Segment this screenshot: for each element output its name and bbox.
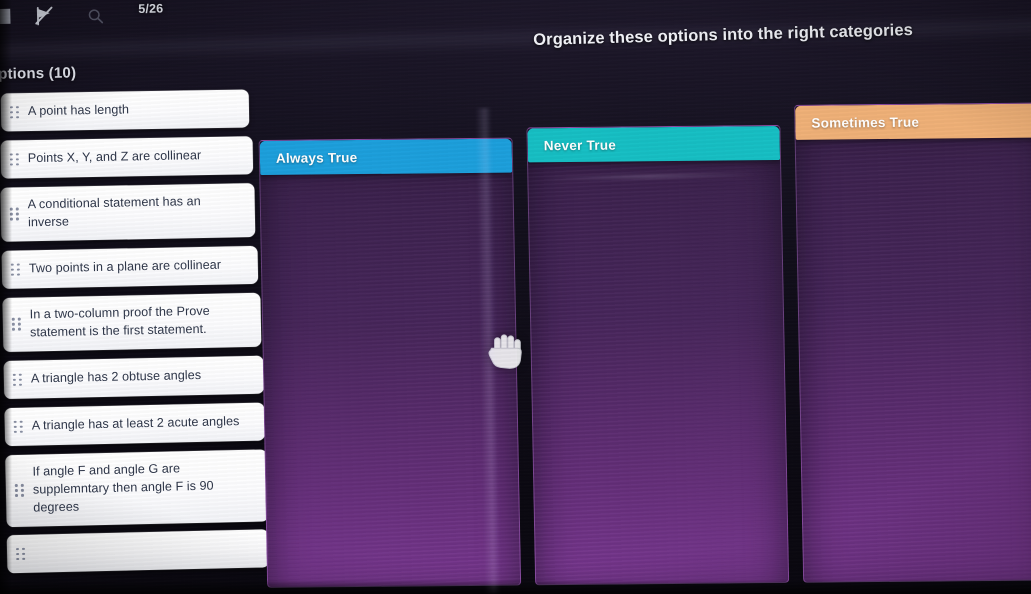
category-board: Always True Never True Sometimes True bbox=[258, 102, 1031, 588]
option-card-label: A point has length bbox=[27, 102, 130, 119]
drag-handle-icon[interactable] bbox=[15, 547, 25, 561]
option-card-label: In a two-column proof the Prove statemen… bbox=[29, 303, 210, 340]
option-card[interactable]: Points X, Y, and Z are collinear bbox=[0, 136, 254, 179]
option-card-label bbox=[34, 549, 257, 554]
option-card-label: A triangle has 2 obtuse angles bbox=[30, 367, 202, 386]
drop-zone-body-sometimes-true[interactable] bbox=[796, 137, 1031, 581]
drop-zone-header-sometimes-true: Sometimes True bbox=[795, 103, 1031, 140]
option-card-label: Two points in a plane are collinear bbox=[28, 257, 222, 276]
drop-zone-header-never-true: Never True bbox=[527, 125, 781, 163]
option-card-label: A conditional statement has an inverse bbox=[27, 194, 201, 230]
screen-photo: 5/26 Organize these options into the rig… bbox=[0, 0, 1031, 594]
drag-handle-icon[interactable] bbox=[9, 152, 19, 166]
drag-handle-icon[interactable] bbox=[13, 419, 23, 433]
option-card[interactable]: A triangle has 2 obtuse angles bbox=[3, 355, 265, 399]
options-panel-title: Options (10) bbox=[0, 64, 77, 83]
options-panel: Options (10) A point has length Points X… bbox=[0, 53, 288, 594]
option-card[interactable]: A triangle has at least 2 acute angles bbox=[4, 402, 266, 446]
drag-handle-icon[interactable] bbox=[12, 372, 22, 386]
option-card[interactable]: In a two-column proof the Prove statemen… bbox=[2, 292, 262, 352]
option-card-label: Points X, Y, and Z are collinear bbox=[27, 148, 202, 166]
option-card-label: A triangle has at least 2 acute angles bbox=[31, 413, 240, 433]
option-card[interactable]: A point has length bbox=[0, 89, 250, 132]
option-card[interactable] bbox=[6, 529, 270, 574]
drop-zone-body-never-true[interactable] bbox=[528, 160, 788, 584]
drag-handle-icon[interactable] bbox=[14, 483, 24, 497]
drop-zone-header-always-true: Always True bbox=[259, 138, 513, 175]
drag-handle-icon[interactable] bbox=[9, 105, 19, 119]
drop-zone-body-always-true[interactable] bbox=[260, 173, 520, 587]
option-card-label: If angle F and angle G are supplemntary … bbox=[32, 460, 214, 514]
drop-zone-always-true[interactable]: Always True bbox=[258, 137, 522, 588]
option-card[interactable]: A conditional statement has an inverse bbox=[0, 183, 256, 242]
option-card[interactable]: Two points in a plane are collinear bbox=[1, 245, 259, 289]
drag-handle-icon[interactable] bbox=[9, 207, 19, 221]
option-card[interactable]: If angle F and angle G are supplemntary … bbox=[5, 448, 269, 527]
drag-handle-icon[interactable] bbox=[10, 262, 20, 276]
options-list: A point has length Points X, Y, and Z ar… bbox=[0, 89, 270, 582]
drop-zone-never-true[interactable]: Never True bbox=[526, 124, 790, 586]
drop-zone-sometimes-true[interactable]: Sometimes True bbox=[794, 102, 1031, 583]
drag-handle-icon[interactable] bbox=[11, 317, 21, 331]
